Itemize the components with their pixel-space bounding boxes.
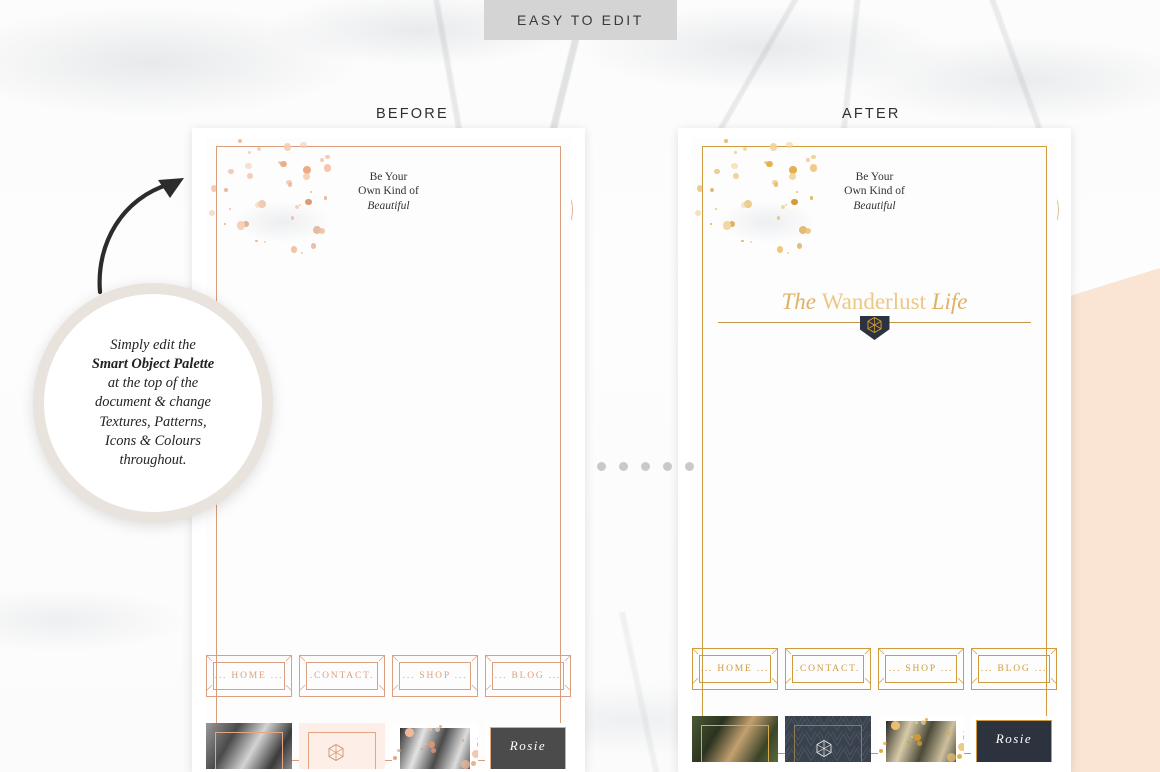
carousel-dot[interactable] [685, 462, 694, 471]
carousel-dot[interactable] [619, 462, 628, 471]
rosie-label: Rosie [509, 738, 547, 753]
callout-bubble: Simply edit the Smart Object Palette at … [33, 283, 273, 523]
caption-line3: Beautiful [853, 199, 896, 212]
caption-line1: Be Your [855, 171, 894, 183]
easy-to-edit-badge: EASY TO EDIT [484, 0, 677, 40]
callout-line6: Icons & Colours [105, 432, 201, 449]
sidebar-image-confetti[interactable] [878, 716, 964, 762]
after-panel-title: AFTER [842, 106, 901, 122]
button-label: .CONTACT. [309, 671, 375, 681]
carousel-dot[interactable] [641, 462, 650, 471]
confetti-dot [879, 748, 884, 753]
button-label: ... SHOP ... [402, 671, 468, 681]
sidebar-image-portrait[interactable] [206, 723, 292, 769]
header-title-part2: Wanderlust [821, 289, 932, 314]
confetti-dot [958, 742, 964, 751]
after-mockup-panel[interactable]: Replace with selected texture Replace wi… [678, 128, 1071, 772]
callout-line2: Smart Object Palette [91, 356, 215, 373]
button-label: ... HOME ... [700, 664, 770, 674]
callout-line7: throughout. [119, 451, 187, 468]
button-label: ... SHOP ... [888, 664, 954, 674]
header-title-part1: The [781, 289, 822, 314]
sidebar-button-home[interactable]: ... HOME ... [692, 648, 778, 690]
carousel-dot[interactable] [663, 462, 672, 471]
sidebar-image-pattern[interactable] [785, 716, 871, 762]
callout-line4: document & change [95, 394, 211, 411]
sidebar-image-rosie[interactable]: Rosie [971, 716, 1057, 762]
confetti-dot [237, 138, 242, 143]
sidebar-button-blog[interactable]: ... BLOG ... [485, 655, 571, 697]
hexagon-icon [816, 739, 832, 757]
caption-line3: Beautiful [367, 199, 410, 212]
caption-line2: Own Kind of [358, 185, 419, 198]
confetti-dot [723, 138, 728, 143]
button-label: .CONTACT. [795, 664, 861, 674]
after-feature-beautiful-caption: Be Your Own Kind of Beautiful [692, 170, 1057, 213]
before-feature-row: About the Beauty Team the DESIGN shop [206, 138, 571, 769]
header-title-part3: Life [931, 289, 968, 314]
confetti-dot [471, 761, 477, 767]
confetti-dot [476, 741, 478, 747]
sidebar-image-rosie[interactable]: Rosie [485, 723, 571, 769]
after-feature-row: About the Beauty Team BEAUTY Shop Be You… [692, 138, 1057, 762]
carousel-dot[interactable] [597, 462, 606, 471]
button-label: ... BLOG ... [980, 664, 1048, 674]
button-label: ... BLOG ... [494, 671, 562, 681]
confetti-dot [393, 755, 398, 760]
confetti-dot [957, 754, 963, 760]
carousel-dots[interactable] [597, 462, 694, 471]
sidebar-button-shop[interactable]: ... SHOP ... [878, 648, 964, 690]
after-header-title: The Wanderlust Life [782, 289, 968, 315]
confetti-dot [962, 734, 964, 740]
confetti-dot [472, 749, 478, 758]
hexagon-icon [328, 744, 344, 762]
sidebar-button-blog[interactable]: ... BLOG ... [971, 648, 1057, 690]
sidebar-image-pattern[interactable] [299, 723, 385, 769]
confetti-dot [477, 737, 478, 741]
sidebar-image-portrait[interactable] [692, 716, 778, 762]
before-panel-title: BEFORE [376, 106, 449, 122]
before-feature-beautiful-caption: Be Your Own Kind of Beautiful [206, 170, 571, 213]
caption-line2: Own Kind of [844, 185, 905, 198]
callout-line3: at the top of the [107, 375, 199, 392]
callout-text: Simply edit the Smart Object Palette at … [84, 336, 222, 469]
confetti-dot [963, 730, 964, 734]
sidebar-button-home[interactable]: ... HOME ... [206, 655, 292, 697]
sidebar-button-shop[interactable]: ... SHOP ... [392, 655, 478, 697]
button-label: ... HOME ... [214, 671, 284, 681]
sidebar-button-contact[interactable]: .CONTACT. [785, 648, 871, 690]
caption-line1: Be Your [369, 171, 408, 183]
hexagon-icon [867, 317, 882, 333]
sidebar-image-confetti[interactable] [392, 723, 478, 769]
sidebar-button-contact[interactable]: .CONTACT. [299, 655, 385, 697]
rosie-label: Rosie [995, 731, 1033, 746]
callout-line1: Simply edit the [110, 337, 196, 354]
callout-line5: Textures, Patterns, [99, 413, 207, 430]
